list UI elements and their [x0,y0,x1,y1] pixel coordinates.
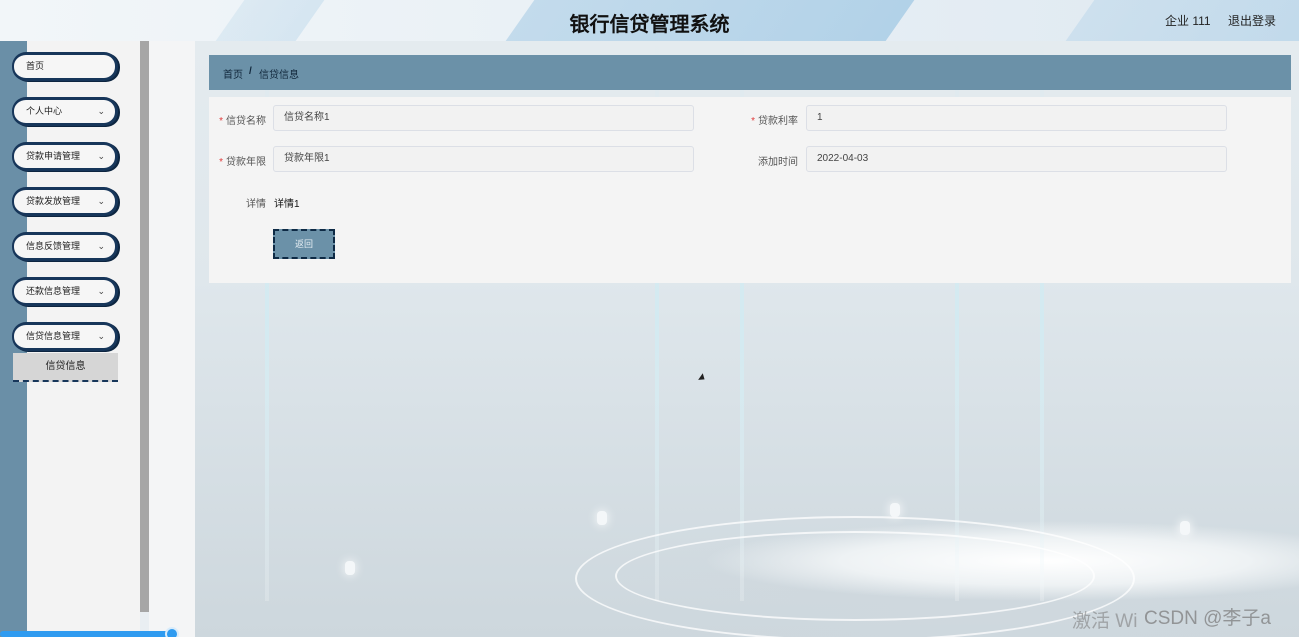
sidebar-item-loan-application[interactable]: 贷款申请管理 ⌄ [12,142,118,171]
current-user: 企业 111 [1165,14,1211,28]
sidebar-item-home[interactable]: 首页 [12,52,118,81]
required-mark: * [751,116,755,127]
field-label-details: 详情 [246,199,266,210]
chevron-down-icon: ⌄ [97,241,105,251]
sidebar-item-label: 信贷信息管理 [26,331,81,341]
background-lamp [597,511,607,525]
breadcrumb-current: 信贷信息 [259,70,299,81]
background-ring [575,516,1135,637]
chevron-down-icon: ⌄ [97,151,105,161]
sidebar-item-label: 贷款发放管理 [26,196,81,206]
sidebar-item-credit-info[interactable]: 信贷信息管理 ⌄ [12,322,118,351]
chevron-down-icon: ⌄ [97,286,105,296]
required-mark: * [219,116,223,127]
field-label-added-time: 添加时间 [758,157,798,168]
horizontal-scrollbar[interactable] [0,631,173,637]
field-label-loan-rate: * 贷款利率 [751,116,798,127]
details-value: 详情1 [274,199,300,210]
scrollbar-handle[interactable] [165,627,179,637]
background-lamp [345,561,355,575]
breadcrumb: 首页 / 信贷信息 [209,55,1291,90]
chevron-down-icon: ⌄ [97,331,105,341]
app-title: 银行信贷管理系统 [569,14,730,36]
field-label-credit-name: * 信贷名称 [219,116,266,127]
loan-rate-field[interactable]: 1 [806,105,1227,131]
sidebar-item-feedback[interactable]: 信息反馈管理 ⌄ [12,232,118,261]
logout-link[interactable]: 退出登录 [1228,12,1276,29]
breadcrumb-separator: / [249,66,252,77]
sidebar-gap [149,41,195,637]
back-button[interactable]: 返回 [273,229,335,259]
required-mark: * [219,157,223,168]
top-header: 银行信贷管理系统 企业 111 退出登录 [0,0,1299,41]
sidebar-item-personal-center[interactable]: 个人中心 ⌄ [12,97,118,126]
loan-term-field[interactable]: 贷款年限1 [273,146,694,172]
sidebar-item-label: 个人中心 [26,106,63,116]
sidebar-item-label: 贷款申请管理 [26,151,81,161]
sidebar-item-repayment[interactable]: 还款信息管理 ⌄ [12,277,118,306]
sidebar-subitem-credit-info[interactable]: 信贷信息 [13,353,118,382]
csdn-watermark: CSDN @李子a [1144,608,1271,629]
sidebar-item-loan-disbursement[interactable]: 贷款发放管理 ⌄ [12,187,118,216]
credit-name-field[interactable]: 信贷名称1 [273,105,694,131]
chevron-down-icon: ⌄ [97,196,105,206]
breadcrumb-home[interactable]: 首页 [223,66,243,81]
background-lamp [1180,521,1190,535]
sidebar-item-label: 信息反馈管理 [26,241,81,251]
sidebar-item-label: 首页 [26,61,45,71]
activate-windows-watermark: 激活 Wi [1072,611,1138,632]
background-lamp [890,503,900,517]
sidebar-scrollbar[interactable] [140,41,149,612]
added-time-field[interactable]: 2022-04-03 [806,146,1227,172]
chevron-down-icon: ⌄ [97,106,105,116]
sidebar-item-label: 还款信息管理 [26,286,81,296]
field-label-loan-term: * 贷款年限 [219,157,266,168]
